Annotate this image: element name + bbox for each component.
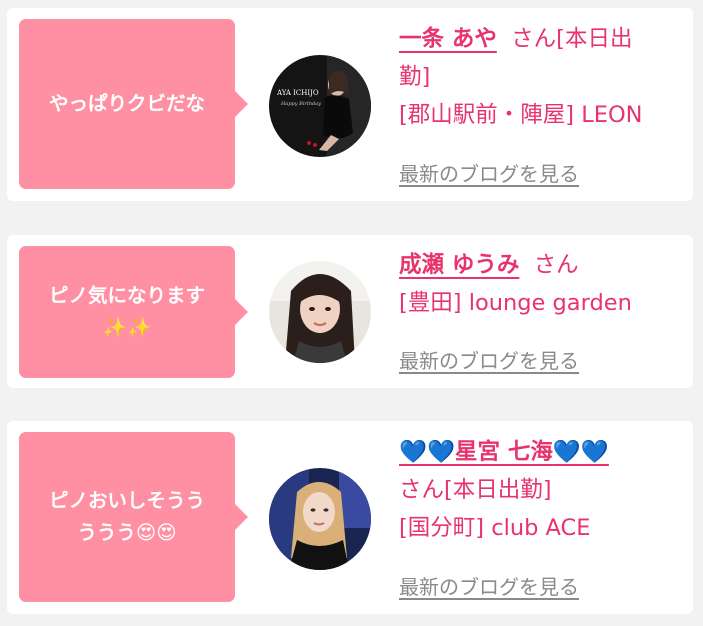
cast-photo-icon (269, 468, 371, 570)
blue-heart-icon: 💙💙 (552, 439, 609, 465)
cast-name-link[interactable]: 一条 あや (399, 26, 497, 52)
cast-info: 一条 あや さん[本日出 勤] [郡山駅前・陣屋] LEON (399, 20, 689, 134)
honorific: さん[本日出 (511, 26, 633, 52)
shop-name: [郡山駅前・陣屋] LEON (399, 102, 643, 128)
cast-card: ピノ気になります ✨✨ 成瀬 ゆうみ さん [豊田] lounge garden… (7, 235, 693, 388)
cast-info: 💙💙星宮 七海💙💙 さん[本日出勤] [国分町] club ACE (399, 433, 689, 547)
cast-photo-icon (269, 261, 371, 363)
comment-bubble: ピノ気になります ✨✨ (19, 246, 248, 378)
cast-avatar[interactable] (269, 261, 371, 363)
cast-photo-icon: AYA ICHIJO Happy Birthday (269, 55, 371, 157)
work-status: 勤] (399, 64, 431, 90)
comment-bubble: ピノおいしそうう ううう😍😍 (19, 432, 248, 602)
comment-text: ピノ気になります ✨✨ (49, 280, 205, 344)
cast-avatar[interactable] (269, 468, 371, 570)
honorific: さん (533, 252, 579, 278)
cast-avatar[interactable]: AYA ICHIJO Happy Birthday (269, 55, 371, 157)
comment-bubble: やっぱりクビだな (19, 19, 248, 189)
work-status: さん[本日出勤] (399, 477, 552, 503)
cast-card: ピノおいしそうう ううう😍😍 💙💙星宮 七海💙💙 さん[本日出勤] [国分町] … (7, 421, 693, 614)
blue-heart-icon: 💙💙 (399, 439, 456, 465)
cast-info: 成瀬 ゆうみ さん [豊田] lounge garden (399, 246, 689, 322)
cast-name-link[interactable]: 成瀬 ゆうみ (399, 252, 519, 278)
comment-text: やっぱりクビだな (48, 92, 205, 115)
latest-blog-link[interactable]: 最新のブログを見る (399, 345, 579, 374)
shop-name: [国分町] club ACE (399, 515, 591, 541)
shop-name: [豊田] lounge garden (399, 290, 632, 316)
cast-card: やっぱりクビだな AYA ICHIJO Happy Birthday 一条 あや… (7, 8, 693, 201)
svg-text:AYA ICHIJO: AYA ICHIJO (276, 89, 319, 97)
comment-text: ピノおいしそうう ううう😍😍 (48, 489, 205, 544)
latest-blog-link[interactable]: 最新のブログを見る (399, 571, 579, 600)
sparkle-icon: ✨✨ (102, 316, 152, 339)
svg-text:Happy Birthday: Happy Birthday (280, 101, 321, 107)
latest-blog-link[interactable]: 最新のブログを見る (399, 158, 579, 187)
cast-name-link[interactable]: 💙💙星宮 七海💙💙 (399, 439, 609, 465)
